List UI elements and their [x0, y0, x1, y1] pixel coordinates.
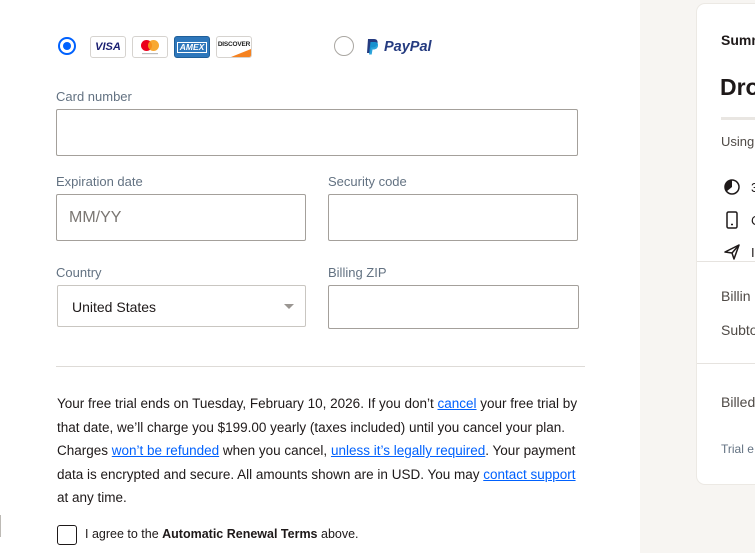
usage-text: Using: [721, 134, 755, 149]
expiration-label: Expiration date: [56, 174, 143, 189]
contact-support-link[interactable]: contact support: [483, 467, 575, 482]
paypal-radio[interactable]: [334, 36, 354, 56]
cancel-link[interactable]: cancel: [438, 396, 477, 411]
country-value: United States: [72, 299, 157, 315]
security-code-input[interactable]: [328, 194, 578, 241]
device-icon: [726, 211, 738, 229]
section-divider: [56, 366, 585, 367]
trial-note: Trial e: [721, 442, 754, 456]
billing-zip-input[interactable]: [328, 285, 579, 329]
card-number-label: Card number: [56, 89, 132, 104]
card-radio[interactable]: [58, 37, 76, 55]
order-summary-card: Summ Dro Using 3 C I Billin Subto Billed…: [697, 4, 755, 484]
subtotal-row-label: Subto: [721, 322, 755, 338]
billing-row-label: Billin: [721, 288, 751, 304]
usage-bar: [721, 117, 755, 120]
country-label: Country: [56, 265, 102, 280]
edge-divider: [0, 515, 1, 537]
feature-1-text: 3: [751, 180, 755, 195]
paypal-icon: [367, 39, 378, 55]
billing-zip-label: Billing ZIP: [328, 265, 387, 280]
mastercard-icon: [132, 36, 168, 58]
summary-title: Summ: [721, 32, 755, 48]
expiration-placeholder: MM/YY: [69, 209, 122, 226]
expiration-input[interactable]: MM/YY: [56, 194, 306, 241]
product-name: Dro: [720, 74, 755, 100]
legally-required-link[interactable]: unless it’s legally required: [331, 443, 485, 458]
clock-icon: [724, 179, 740, 195]
discover-icon: DISCOVER: [216, 36, 252, 58]
summary-divider-1: [697, 261, 755, 262]
billed-row-label: Billed: [721, 394, 755, 410]
country-select[interactable]: United States: [57, 285, 306, 327]
visa-icon: VISA: [90, 36, 126, 58]
trial-terms-text: Your free trial ends on Tuesday, Februar…: [57, 396, 578, 505]
card-number-input[interactable]: [56, 109, 578, 156]
send-icon: [724, 244, 740, 260]
feature-2-text: C: [751, 213, 755, 228]
feature-3-text: I: [751, 245, 755, 260]
chevron-down-icon: [284, 304, 294, 309]
agree-checkbox[interactable]: [57, 525, 77, 545]
agree-label: I agree to the Automatic Renewal Terms a…: [85, 527, 359, 541]
amex-icon: AMEX: [174, 36, 210, 58]
security-code-label: Security code: [328, 174, 407, 189]
summary-divider-2: [697, 363, 755, 364]
refund-policy-link[interactable]: won’t be refunded: [112, 443, 219, 458]
